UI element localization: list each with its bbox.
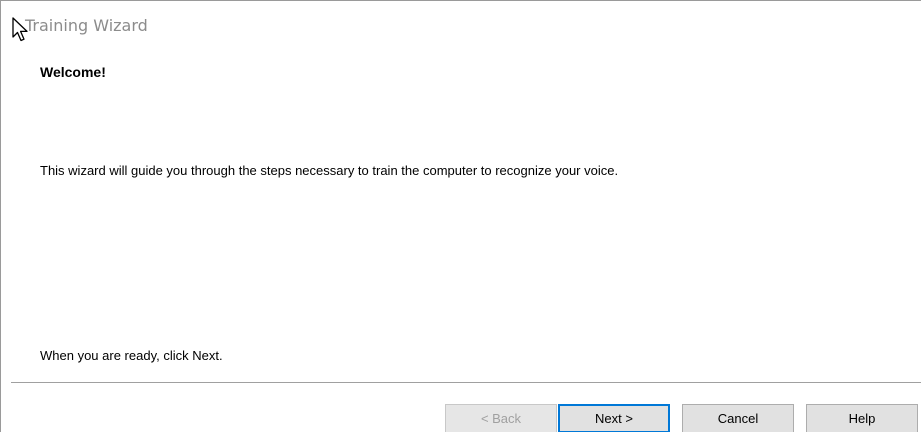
ready-instruction: When you are ready, click Next.	[40, 348, 223, 363]
next-button[interactable]: Next >	[558, 404, 670, 432]
button-area-divider	[11, 382, 921, 383]
back-button[interactable]: < Back	[445, 404, 557, 432]
cancel-button[interactable]: Cancel	[682, 404, 794, 432]
help-button[interactable]: Help	[806, 404, 918, 432]
training-wizard-window: Training Wizard Welcome! This wizard wil…	[0, 0, 921, 432]
welcome-heading: Welcome!	[40, 64, 106, 80]
wizard-description: This wizard will guide you through the s…	[40, 163, 619, 178]
mouse-cursor-icon	[12, 17, 28, 42]
window-title: Training Wizard	[25, 16, 148, 35]
